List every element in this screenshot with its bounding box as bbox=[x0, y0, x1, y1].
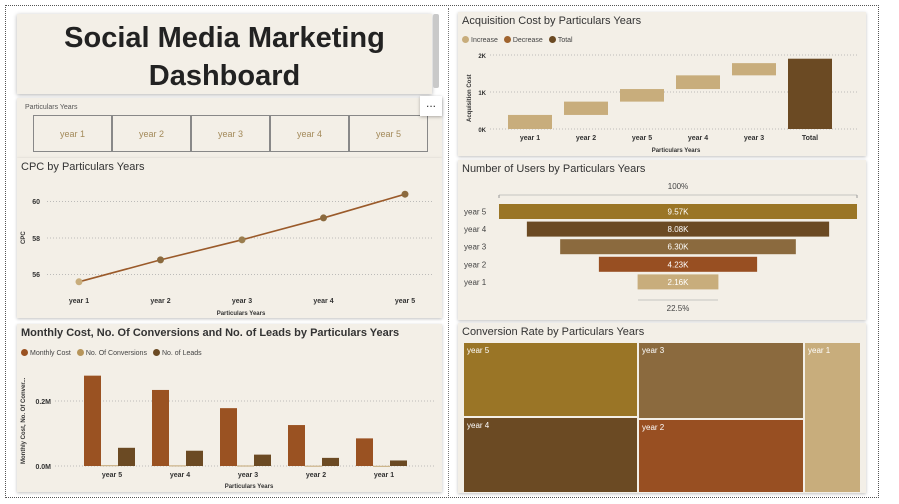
title-card: Social Media Marketing Dashboard bbox=[17, 14, 432, 94]
combo-bar-2 bbox=[254, 454, 271, 466]
funnel-category-label: year 2 bbox=[464, 260, 487, 269]
divider bbox=[448, 8, 450, 496]
treemap-cell-year-4[interactable]: year 4 bbox=[463, 417, 638, 493]
combo-bar-1 bbox=[169, 465, 186, 467]
funnel-value-label: 4.23K bbox=[668, 260, 690, 269]
waterfall-bar bbox=[732, 63, 776, 76]
page-title: Social Media Marketing Dashboard bbox=[64, 22, 385, 92]
slicer-item-year-3[interactable]: year 3 bbox=[191, 115, 270, 152]
waterfall-xtick: year 2 bbox=[576, 135, 596, 142]
treemap-cell-year-5[interactable]: year 5 bbox=[463, 342, 638, 417]
monthly-cost-bar-chart: Monthly Cost, No. Of Conver... Particula… bbox=[21, 375, 435, 490]
slicer-item-year-2[interactable]: year 2 bbox=[112, 115, 191, 152]
cpc-xtick: year 1 bbox=[69, 298, 89, 305]
treemap-cell-year-2[interactable]: year 2 bbox=[638, 419, 804, 493]
funnel-value-label: 6.30K bbox=[668, 243, 690, 252]
combo-xtick: year 4 bbox=[170, 472, 190, 479]
cpc-xtick: year 4 bbox=[313, 298, 333, 305]
funnel-value-label: 9.57K bbox=[668, 208, 690, 217]
treemap-cell-year-1[interactable]: year 1 bbox=[804, 342, 861, 493]
cpc-xtick: year 5 bbox=[395, 298, 415, 305]
combo-bar-0 bbox=[152, 389, 169, 466]
cpc-ytick-58: 58 bbox=[32, 236, 40, 243]
slicer-item-year-5[interactable]: year 5 bbox=[349, 115, 428, 152]
waterfall-xtick: Total bbox=[802, 135, 818, 142]
cpc-line-chart: CPC Particulars Years 60 58 56 year 1 yea… bbox=[21, 190, 432, 317]
cpc-point bbox=[238, 236, 246, 244]
combo-xtick: year 1 bbox=[374, 472, 394, 479]
slicer-item-year-4[interactable]: year 4 bbox=[270, 115, 349, 152]
scrollbar[interactable] bbox=[433, 14, 439, 88]
monthly-cost-card: Monthly Cost, No. Of Conversions and No.… bbox=[17, 324, 442, 492]
combo-bar-1 bbox=[237, 465, 254, 467]
cpc-ylabel: CPC bbox=[21, 231, 27, 244]
combo-ytick-02m: 0.2M bbox=[35, 399, 51, 406]
waterfall-xtick: year 5 bbox=[632, 135, 652, 142]
treemap-cell-year-3[interactable]: year 3 bbox=[638, 342, 804, 419]
slicer-label: Particulars Years bbox=[25, 104, 78, 111]
combo-bar-1 bbox=[373, 465, 390, 467]
cpc-ytick-56: 56 bbox=[32, 272, 40, 279]
waterfall-ytick-1k: 1K bbox=[478, 91, 486, 97]
combo-xlabel: Particulars Years bbox=[225, 484, 274, 490]
waterfall-xtick: year 3 bbox=[744, 135, 764, 142]
waterfall-bar bbox=[508, 114, 552, 129]
combo-bar-2 bbox=[390, 460, 407, 466]
funnel-value-label: 8.08K bbox=[668, 225, 690, 234]
acquisition-cost-card: Acquisition Cost by Particulars Years In… bbox=[458, 12, 866, 156]
funnel-category-label: year 1 bbox=[464, 278, 487, 287]
funnel-category-label: year 5 bbox=[464, 208, 487, 217]
users-funnel-card: Number of Users by Particulars Years 100… bbox=[458, 160, 866, 320]
conversion-rate-card: Conversion Rate by Particulars Years yea… bbox=[458, 323, 866, 493]
combo-bar-1 bbox=[101, 465, 118, 467]
funnel-category-label: year 3 bbox=[464, 243, 487, 252]
waterfall-xlabel: Particulars Years bbox=[652, 148, 701, 154]
waterfall-bar bbox=[620, 89, 664, 102]
combo-xtick: year 2 bbox=[306, 472, 326, 479]
funnel-top-percent: 100% bbox=[668, 182, 688, 191]
combo-xtick: year 3 bbox=[238, 472, 258, 479]
combo-bar-0 bbox=[288, 425, 305, 466]
cpc-xtick: year 2 bbox=[150, 298, 170, 305]
cpc-point bbox=[157, 256, 164, 264]
waterfall-ylabel: Acquisition Cost bbox=[467, 74, 473, 122]
combo-bar-0 bbox=[220, 408, 237, 466]
waterfall-bar bbox=[564, 101, 608, 115]
combo-bar-0 bbox=[84, 375, 101, 466]
year-slicer: year 1 year 2 year 3 year 4 year 5 bbox=[33, 115, 428, 152]
more-options-icon[interactable]: ... bbox=[420, 96, 442, 116]
combo-bar-0 bbox=[356, 438, 373, 466]
users-funnel-chart: 100% 22.5% 9.57K year 5 8.08K year 4 6.30K ye… bbox=[464, 182, 858, 313]
funnel-category-label: year 4 bbox=[464, 225, 487, 234]
waterfall-chart: Acquisition Cost Particulars Years 2K 1K… bbox=[467, 54, 858, 154]
cpc-xtick: year 3 bbox=[232, 298, 252, 305]
combo-bar-2 bbox=[118, 447, 135, 466]
cpc-xlabel: Particulars Years bbox=[217, 311, 266, 317]
waterfall-ytick-0k: 0K bbox=[478, 128, 486, 134]
waterfall-xtick: year 4 bbox=[688, 135, 708, 142]
waterfall-total-bar bbox=[788, 58, 832, 130]
cpc-card: CPC by Particulars Years CPC Particulars… bbox=[17, 158, 442, 318]
combo-ytick-00m: 0.0M bbox=[35, 464, 51, 471]
cpc-point bbox=[401, 190, 409, 198]
cpc-ytick-60: 60 bbox=[32, 199, 40, 206]
combo-bar-2 bbox=[186, 450, 203, 466]
cpc-point bbox=[320, 214, 327, 222]
cpc-point bbox=[75, 278, 83, 286]
combo-bar-2 bbox=[322, 457, 339, 466]
combo-xtick: year 5 bbox=[102, 472, 122, 479]
conversion-rate-title: Conversion Rate by Particulars Years bbox=[462, 326, 645, 338]
funnel-bottom-percent: 22.5% bbox=[667, 304, 690, 313]
slicer-item-year-1[interactable]: year 1 bbox=[33, 115, 112, 152]
funnel-value-label: 2.16K bbox=[668, 278, 690, 287]
waterfall-xtick: year 1 bbox=[520, 135, 540, 142]
waterfall-ytick-2k: 2K bbox=[478, 54, 486, 60]
waterfall-bar bbox=[676, 75, 720, 90]
combo-bar-1 bbox=[305, 465, 322, 467]
combo-ylabel: Monthly Cost, No. Of Conver... bbox=[21, 377, 27, 464]
